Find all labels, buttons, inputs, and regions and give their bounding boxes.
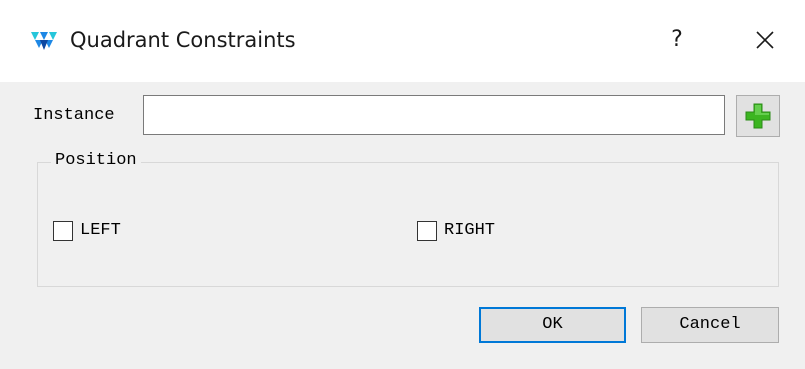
help-button[interactable]: ? [655, 18, 699, 62]
instance-input[interactable] [143, 95, 725, 135]
right-checkbox-label[interactable]: RIGHT [444, 218, 495, 244]
close-icon [743, 31, 787, 66]
quadrant-constraints-dialog: Quadrant Constraints ? Instance Position… [0, 0, 805, 369]
add-instance-button[interactable] [736, 95, 780, 137]
position-groupbox [37, 162, 779, 287]
right-checkbox[interactable] [417, 221, 437, 241]
close-button[interactable] [743, 20, 787, 62]
app-logo-icon [31, 28, 57, 52]
ok-button[interactable]: OK [479, 307, 626, 343]
window-title: Quadrant Constraints [70, 28, 296, 52]
position-group-label: Position [51, 148, 141, 174]
title-bar[interactable]: Quadrant Constraints ? [0, 0, 805, 82]
cancel-button[interactable]: Cancel [641, 307, 779, 343]
left-checkbox-label[interactable]: LEFT [80, 218, 121, 244]
instance-label: Instance [33, 106, 115, 125]
left-checkbox[interactable] [53, 221, 73, 241]
